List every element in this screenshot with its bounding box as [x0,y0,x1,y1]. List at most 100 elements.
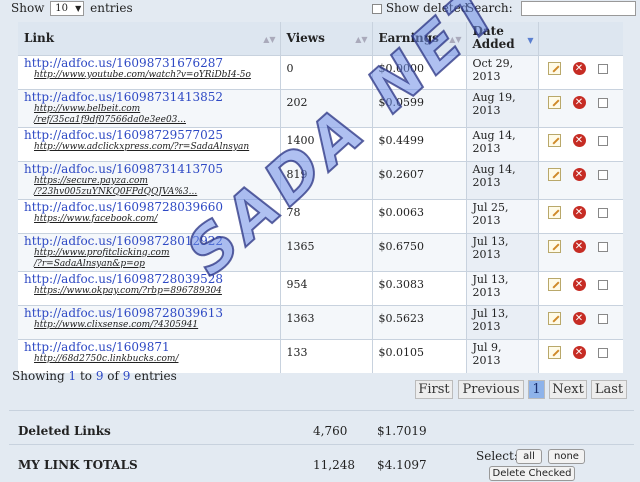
next-page-button[interactable]: Next [549,380,587,399]
delete-icon[interactable]: ✕ [572,278,586,291]
date-cell: Oct 29, 2013 [466,54,539,89]
short-link[interactable]: http://adfoc.us/16098731413705 [24,162,276,176]
link-cell: http://adfoc.us/16098731413852 http://www… [18,88,281,127]
column-header-actions [538,22,623,55]
row-checkbox[interactable] [597,347,608,358]
table-info: Showing 1 to 9 of 9 entries [12,369,177,383]
last-page-button[interactable]: Last [591,380,627,399]
delete-icon[interactable]: ✕ [572,312,586,325]
row-checkbox[interactable] [597,169,608,180]
edit-icon[interactable] [547,240,561,253]
table-row: http://adfoc.us/16098731413852 http://www… [18,88,623,127]
short-link[interactable]: http://adfoc.us/16098731676287 [24,56,276,70]
edit-icon[interactable] [547,312,561,325]
date-cell: Jul 25, 2013 [466,198,539,233]
edit-icon[interactable] [547,96,561,109]
link-cell: http://adfoc.us/16098728039660 https://ww… [18,198,281,233]
short-link[interactable]: http://adfoc.us/16098728039613 [24,306,276,320]
first-page-button[interactable]: First [415,380,453,399]
row-checkbox[interactable] [597,207,608,218]
destination-url[interactable]: http://www.clixsense.com/?4305941 [24,320,276,331]
delete-checked-button[interactable]: Delete Checked [489,466,575,481]
row-checkbox[interactable] [597,279,608,290]
year-line: 2013 [472,353,501,367]
year-line: 2013 [472,319,501,333]
sort-icon: ▲▼ [263,34,276,44]
deleted-earnings: $1.7019 [377,424,427,438]
short-link[interactable]: http://adfoc.us/16098728039528 [24,272,276,286]
row-checkbox[interactable] [597,97,608,108]
destination-url-cont[interactable]: /?r=SadaAlnsyan&p=op [24,259,276,270]
edit-icon[interactable] [547,346,561,359]
destination-url[interactable]: https://www.facebook.com/ [24,214,276,225]
column-header-earnings[interactable]: Earnings ▲▼ [372,22,467,55]
previous-page-button[interactable]: Previous [458,380,524,399]
column-header-link[interactable]: Link ▲▼ [18,22,281,55]
info-from: 1 [68,369,77,383]
destination-url-cont[interactable]: /?23hv005zuYNKQ0FPdQQJVA%3... [24,187,276,198]
date-cell: Jul 13, 2013 [466,270,539,305]
short-link[interactable]: http://adfoc.us/16098731413852 [24,90,276,104]
views-cell: 0 [280,54,373,89]
short-link[interactable]: http://adfoc.us/16098729577025 [24,128,276,142]
actions-cell: ✕ [538,88,623,127]
search-input[interactable] [521,1,636,16]
delete-icon[interactable]: ✕ [572,346,586,359]
actions-cell: ✕ [538,54,623,89]
date-line: Aug 19, [472,90,516,104]
edit-icon[interactable] [547,168,561,181]
actions-cell: ✕ [538,160,623,199]
edit-icon[interactable] [547,278,561,291]
edit-icon[interactable] [547,134,561,147]
short-link[interactable]: http://adfoc.us/16098728039660 [24,200,276,214]
total-earnings: $4.1097 [377,458,427,472]
link-cell: http://adfoc.us/16098729577025 http://www… [18,126,281,161]
destination-url[interactable]: http://www.profitclicking.com [24,248,276,259]
delete-icon[interactable]: ✕ [572,240,586,253]
row-checkbox[interactable] [597,241,608,252]
entries-select[interactable]: 10 ▼ [50,1,85,16]
link-cell: http://adfoc.us/16098731676287 http://www… [18,54,281,89]
delete-icon[interactable]: ✕ [572,168,586,181]
delete-icon[interactable]: ✕ [572,62,586,75]
short-link[interactable]: http://adfoc.us/16098728012922 [24,234,276,248]
year-line: 2013 [472,69,501,83]
link-cell: http://adfoc.us/1609871 http://68d2750c.l… [18,338,281,373]
destination-url[interactable]: http://www.belbeit.com [24,104,276,115]
delete-icon[interactable]: ✕ [572,96,586,109]
link-cell: http://adfoc.us/16098728039528 https://ww… [18,270,281,305]
row-checkbox[interactable] [597,63,608,74]
row-checkbox[interactable] [597,135,608,146]
date-cell: Jul 13, 2013 [466,232,539,271]
short-link[interactable]: http://adfoc.us/1609871 [24,340,276,354]
destination-url-cont[interactable]: /ref/35ca1f9df07566da0e3ee03... [24,115,276,126]
show-deleted-checkbox[interactable] [372,3,382,14]
earnings-cell: $0.5623 [372,304,467,339]
select-all-button[interactable]: all [516,449,542,464]
current-page-button[interactable]: 1 [528,380,545,399]
date-cell: Jul 13, 2013 [466,304,539,339]
earnings-header-label: Earnings [378,31,439,46]
column-header-views[interactable]: Views ▲▼ [280,22,373,55]
destination-url[interactable]: http://www.youtube.com/watch?v=oYRiDbI4-… [24,70,276,81]
destination-url[interactable]: http://68d2750c.linkbucks.com/ [24,354,276,365]
column-header-date-added[interactable]: Date Added ▼ [466,22,539,55]
destination-url[interactable]: https://secure.payza.com [24,176,276,187]
show-deleted-label: Show deleted [385,1,469,15]
earnings-cell: $0.0063 [372,198,467,233]
year-line: 2013 [472,103,501,117]
link-cell: http://adfoc.us/16098728012922 http://www… [18,232,281,271]
delete-icon[interactable]: ✕ [572,134,586,147]
sort-icon: ▲▼ [355,34,368,44]
row-checkbox[interactable] [597,313,608,324]
destination-url[interactable]: https://www.okpay.com/?rbp=896789304 [24,286,276,297]
info-mid1: to [76,369,96,383]
delete-icon[interactable]: ✕ [572,206,586,219]
earnings-cell: $0.0599 [372,88,467,127]
edit-icon[interactable] [547,206,561,219]
destination-url[interactable]: http://www.adclickxpress.com/?r=SadaAlns… [24,142,276,153]
date-added-header-label: Date Added [472,24,515,52]
select-none-button[interactable]: none [548,449,585,464]
actions-cell: ✕ [538,126,623,161]
edit-icon[interactable] [547,62,561,75]
